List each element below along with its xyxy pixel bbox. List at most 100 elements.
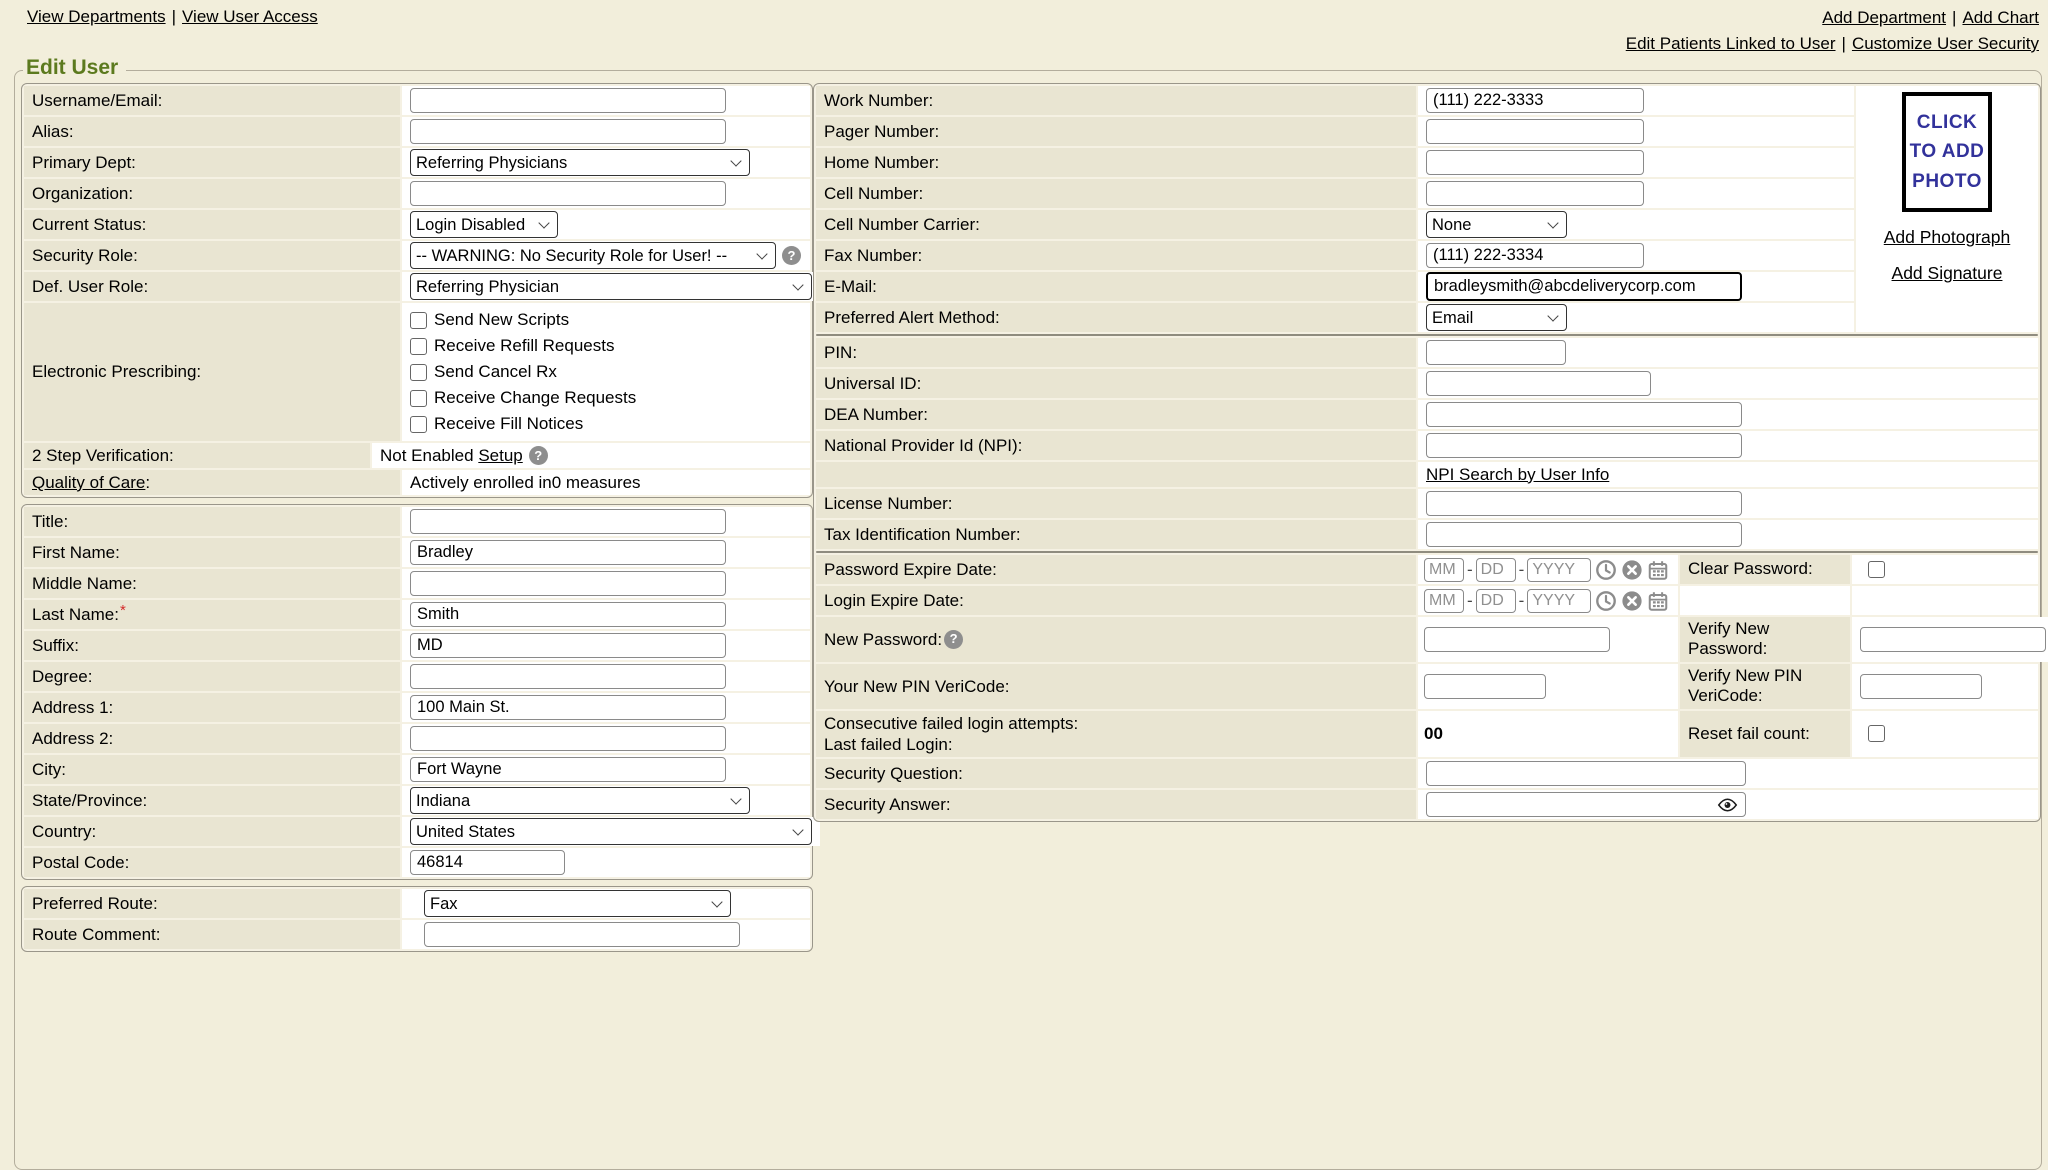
work-number-input[interactable] (1426, 88, 1644, 113)
send-cancel-rx-checkbox[interactable] (410, 364, 427, 381)
country-select[interactable]: United States (410, 818, 812, 845)
def-user-role-select[interactable]: Referring Physician (410, 273, 812, 300)
new-password-input[interactable] (1424, 627, 1610, 652)
state-select[interactable]: Indiana (410, 787, 750, 814)
dea-number-input[interactable] (1426, 402, 1742, 427)
address1-input[interactable] (410, 695, 726, 720)
failed-attempts-label: Consecutive failed login attempts: (824, 713, 1078, 734)
add-signature-link[interactable]: Add Signature (1892, 263, 2003, 284)
add-photo-placeholder[interactable]: CLICK TO ADD PHOTO (1902, 92, 1992, 212)
view-departments-link[interactable]: View Departments (27, 7, 166, 26)
security-role-help-icon[interactable]: ? (782, 246, 801, 265)
preferred-route-select[interactable]: Fax (424, 890, 731, 917)
new-password-help-icon[interactable]: ? (944, 630, 963, 649)
clear-date-icon[interactable] (1621, 590, 1643, 612)
quality-of-care-link[interactable]: Quality of Care (32, 473, 145, 493)
email-input[interactable] (1426, 272, 1742, 301)
security-answer-input[interactable] (1426, 792, 1746, 817)
failed-attempts-count: 00 (1424, 724, 1443, 744)
receive-change-requests-checkbox[interactable] (410, 390, 427, 407)
universal-id-input[interactable] (1426, 371, 1651, 396)
login-expire-mm-input[interactable] (1424, 589, 1464, 613)
preferred-alert-select[interactable]: Email (1426, 304, 1567, 331)
last-name-input[interactable] (410, 602, 726, 627)
license-number-input[interactable] (1426, 491, 1742, 516)
add-chart-link[interactable]: Add Chart (1962, 8, 2039, 27)
login-expire-yyyy-input[interactable] (1527, 589, 1591, 613)
reset-fail-count-checkbox[interactable] (1868, 725, 1885, 742)
receive-fill-notices-checkbox[interactable] (410, 416, 427, 433)
current-status-select[interactable]: Login Disabled (410, 211, 558, 238)
username-input[interactable] (410, 88, 726, 113)
password-expire-yyyy-input[interactable] (1527, 558, 1591, 582)
cell-number-input[interactable] (1426, 181, 1644, 206)
contact-section: Work Number: Pager Number: Home Number: … (816, 86, 2038, 332)
security-question-input[interactable] (1426, 761, 1746, 786)
password-expire-mm-input[interactable] (1424, 558, 1464, 582)
fax-number-input[interactable] (1426, 243, 1644, 268)
two-step-label: 2 Step Verification: (24, 443, 370, 468)
calendar-icon[interactable] (1647, 559, 1669, 581)
clear-password-checkbox[interactable] (1868, 561, 1885, 578)
two-step-help-icon[interactable]: ? (529, 446, 548, 465)
title-label: Title: (24, 507, 400, 536)
time-picker-icon[interactable] (1595, 559, 1617, 581)
home-number-input[interactable] (1426, 150, 1644, 175)
cell-number-row: Cell Number: (816, 179, 1854, 208)
add-photograph-link[interactable]: Add Photograph (1884, 227, 2011, 248)
customize-user-security-link[interactable]: Customize User Security (1852, 34, 2039, 53)
license-number-label: License Number: (816, 489, 1416, 518)
npi-search-link[interactable]: NPI Search by User Info (1426, 465, 1609, 485)
login-expire-row: Login Expire Date: - - (816, 586, 2038, 615)
login-expire-dd-input[interactable] (1476, 589, 1516, 613)
organization-label: Organization: (24, 179, 400, 208)
primary-dept-select[interactable]: Referring Physicians (410, 149, 750, 176)
dea-number-row: DEA Number: (816, 400, 2038, 429)
pager-number-input[interactable] (1426, 119, 1644, 144)
country-row: Country: United States (24, 817, 810, 846)
password-expire-dd-input[interactable] (1476, 558, 1516, 582)
alias-input[interactable] (410, 119, 726, 144)
calendar-icon[interactable] (1647, 590, 1669, 612)
npi-search-row: NPI Search by User Info (816, 462, 2038, 487)
city-input[interactable] (410, 757, 726, 782)
address2-input[interactable] (410, 726, 726, 751)
security-role-select[interactable]: -- WARNING: No Security Role for User! -… (410, 242, 776, 269)
tax-id-row: Tax Identification Number: (816, 520, 2038, 549)
time-picker-icon[interactable] (1595, 590, 1617, 612)
first-name-row: First Name: (24, 538, 810, 567)
npi-row: National Provider Id (NPI): (816, 431, 2038, 460)
verify-new-password-input[interactable] (1860, 627, 2046, 652)
pin-input[interactable] (1426, 340, 1566, 365)
cell-carrier-select[interactable]: None (1426, 211, 1567, 238)
fax-number-row: Fax Number: (816, 241, 1854, 270)
postal-code-input[interactable] (410, 850, 565, 875)
first-name-input[interactable] (410, 540, 726, 565)
last-failed-login-label: Last failed Login: (824, 734, 1078, 755)
pin-vericode-input[interactable] (1424, 674, 1546, 699)
send-new-scripts-checkbox[interactable] (410, 312, 427, 329)
show-password-eye-icon[interactable] (1717, 798, 1738, 812)
middle-name-input[interactable] (410, 571, 726, 596)
two-step-setup-link[interactable]: Setup (478, 446, 522, 466)
add-department-link[interactable]: Add Department (1822, 8, 1946, 27)
npi-input[interactable] (1426, 433, 1742, 458)
receive-fill-notices-label: Receive Fill Notices (434, 414, 583, 434)
suffix-input[interactable] (410, 633, 726, 658)
send-new-scripts-label: Send New Scripts (434, 310, 569, 330)
pin-label: PIN: (816, 338, 1416, 367)
edit-patients-linked-link[interactable]: Edit Patients Linked to User (1626, 34, 1836, 53)
route-comment-input[interactable] (424, 922, 740, 947)
alias-label: Alias: (24, 117, 400, 146)
clear-date-icon[interactable] (1621, 559, 1643, 581)
verify-pin-vericode-input[interactable] (1860, 674, 1982, 699)
tax-id-input[interactable] (1426, 522, 1742, 547)
degree-input[interactable] (410, 664, 726, 689)
edit-user-fieldset: Edit User Username/Email: Alias: Primary… (14, 70, 2042, 1170)
title-input[interactable] (410, 509, 726, 534)
account-group: Username/Email: Alias: Primary Dept: Ref… (21, 83, 813, 498)
organization-input[interactable] (410, 181, 726, 206)
receive-refill-requests-checkbox[interactable] (410, 338, 427, 355)
view-user-access-link[interactable]: View User Access (182, 7, 318, 26)
license-number-row: License Number: (816, 489, 2038, 518)
